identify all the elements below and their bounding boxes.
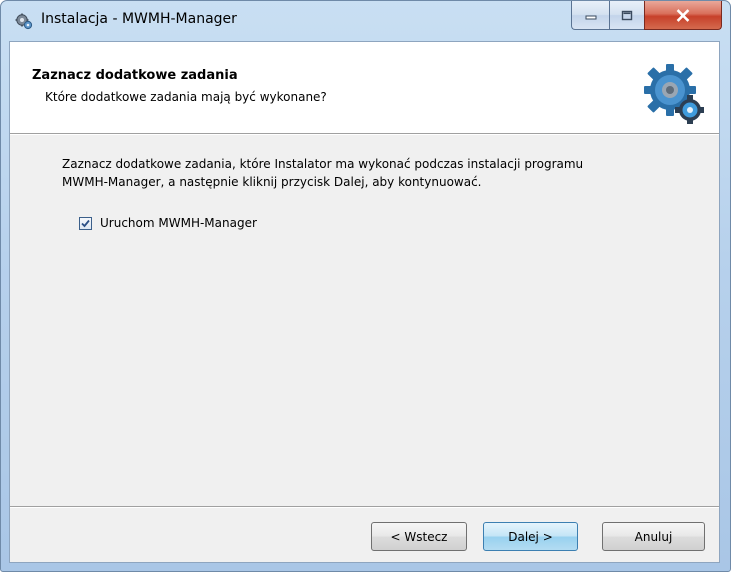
title-bar[interactable]: Instalacja - MWMH-Manager [1,1,730,41]
next-button[interactable]: Dalej > [483,522,578,551]
close-icon [676,8,690,22]
checkbox-label[interactable]: Uruchom MWMH-Manager [100,216,257,230]
back-button[interactable]: < Wstecz [371,522,467,551]
task-description: Zaznacz dodatkowe zadania, które Instala… [62,155,682,191]
window-title: Instalacja - MWMH-Manager [41,11,237,27]
page-subtitle: Które dodatkowe zadania mają być wykonan… [45,90,327,104]
wizard-header: Zaznacz dodatkowe zadania Które dodatkow… [10,42,719,133]
minimize-icon [585,15,596,20]
close-button[interactable] [644,1,722,30]
description-line-2: MWMH-Manager, a następnie kliknij przyci… [62,175,482,189]
maximize-icon [621,10,633,20]
gears-icon [643,63,705,125]
installer-gear-icon [15,12,33,30]
wizard-page: Zaznacz dodatkowe zadania Które dodatkow… [9,41,720,563]
description-line-1: Zaznacz dodatkowe zadania, które Instala… [62,157,584,171]
page-title: Zaznacz dodatkowe zadania [32,68,238,83]
caption-buttons [571,1,722,31]
footer-divider [10,506,719,508]
checkbox[interactable] [79,216,92,230]
installer-window: Instalacja - MWMH-Manager Zaznacz dodatk… [0,0,731,572]
checkmark-icon [81,219,90,227]
cancel-button[interactable]: Anuluj [602,522,705,551]
minimize-button[interactable] [571,1,609,30]
task-checkbox-run-app[interactable]: Uruchom MWMH-Manager [79,216,257,230]
maximize-button[interactable] [609,1,644,30]
header-divider [10,133,719,135]
